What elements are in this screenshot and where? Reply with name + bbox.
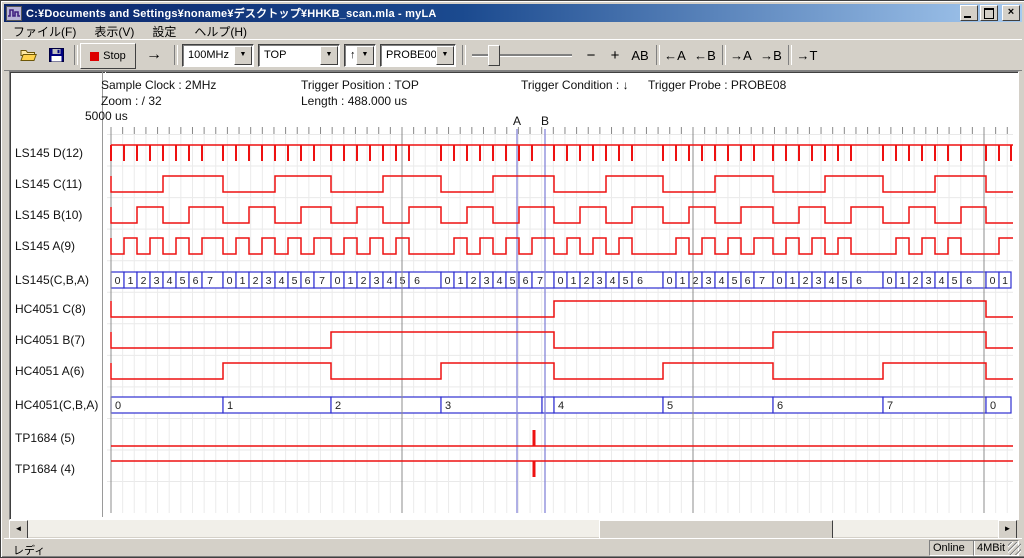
channel-label-7: HC4051 B(7): [15, 331, 85, 349]
minimize-icon: [964, 16, 971, 18]
info-trigger-position: Trigger Position : TOP: [301, 78, 419, 92]
goto-trigger-button[interactable]: →T: [794, 43, 820, 67]
sample-clock-value: 100MHz: [188, 49, 229, 61]
toolbar: Stop → 100MHz ▼ TOP ▼ ↑ ▼ PROBE00 ▼ − + …: [4, 39, 1022, 71]
toolbar-separator: [74, 45, 78, 65]
channel-label-1: LS145 D(12): [15, 144, 83, 162]
info-length: Length : 488.000 us: [301, 94, 407, 108]
stop-label: Stop: [103, 50, 126, 62]
channel-label-5: LS145(C,B,A): [15, 271, 89, 289]
ruler-time-label: 5000 us: [85, 109, 128, 123]
toolbar-separator: [462, 45, 466, 65]
trigger-probe-select[interactable]: PROBE00 ▼: [380, 44, 456, 67]
move-cursor-b-left-button[interactable]: ←B: [692, 43, 718, 67]
status-online: Online: [929, 540, 975, 556]
app-icon[interactable]: [6, 6, 22, 21]
left-b-icon: ←B: [694, 48, 716, 63]
minus-icon: −: [587, 47, 596, 64]
run-button[interactable]: →: [140, 43, 168, 67]
dropdown-arrow-icon[interactable]: ▼: [436, 46, 454, 65]
minimize-button[interactable]: [960, 5, 978, 21]
info-trigger-probe: Trigger Probe : PROBE08: [648, 78, 786, 92]
left-a-icon: ←A: [664, 48, 686, 63]
zoom-in-button[interactable]: +: [604, 43, 626, 67]
title-bar[interactable]: C:¥Documents and Settings¥noname¥デスクトップ¥…: [4, 4, 1022, 22]
close-button[interactable]: ×: [1002, 5, 1020, 21]
stop-button[interactable]: Stop: [80, 43, 136, 69]
move-cursor-b-right-button[interactable]: →B: [758, 43, 784, 67]
menu-item-settings[interactable]: 設定: [143, 22, 185, 39]
channel-label-6: HC4051 C(8): [15, 300, 86, 318]
info-zoom: Zoom : / 32: [101, 94, 162, 108]
trigger-edge-select[interactable]: ↑ ▼: [344, 44, 376, 67]
maximize-button[interactable]: [980, 5, 998, 21]
zoom-slider[interactable]: [472, 54, 572, 57]
zoom-out-button[interactable]: −: [580, 43, 602, 67]
channel-label-3: LS145 B(10): [15, 206, 82, 224]
dropdown-arrow-icon[interactable]: ▼: [320, 46, 338, 65]
plus-icon: +: [611, 47, 620, 64]
zoom-slider-thumb[interactable]: [488, 45, 500, 66]
menu-item-help[interactable]: ヘルプ(H): [185, 22, 256, 39]
channel-label-10: TP1684 (5): [15, 429, 75, 447]
ab-label: AB: [631, 48, 648, 63]
stop-icon: [90, 52, 99, 61]
close-icon: ×: [1008, 6, 1014, 18]
app-window: C:¥Documents and Settings¥noname¥デスクトップ¥…: [0, 0, 1024, 558]
menu-item-view[interactable]: 表示(V): [85, 22, 143, 39]
save-button[interactable]: [44, 43, 68, 67]
toolbar-separator: [656, 45, 660, 65]
status-bar: レディ Online 4MBit: [4, 538, 1022, 556]
zoom-ab-button[interactable]: AB: [628, 43, 652, 67]
maximize-icon: [984, 8, 994, 19]
window-title: C:¥Documents and Settings¥noname¥デスクトップ¥…: [26, 5, 960, 21]
toolbar-separator: [788, 45, 792, 65]
dropdown-arrow-icon[interactable]: ▼: [356, 46, 374, 65]
waveform-view[interactable]: [9, 71, 1019, 520]
sample-clock-select[interactable]: 100MHz ▼: [182, 44, 254, 67]
info-sample-clock: Sample Clock : 2MHz: [101, 78, 216, 92]
channel-label-2: LS145 C(11): [15, 175, 82, 193]
move-cursor-a-left-button[interactable]: ←A: [662, 43, 688, 67]
run-arrow-icon: →: [146, 46, 162, 64]
resize-grip[interactable]: [1008, 542, 1021, 555]
channel-label-11: TP1684 (4): [15, 460, 75, 478]
toolbar-separator: [174, 45, 178, 65]
right-b-icon: →B: [760, 48, 782, 63]
open-button[interactable]: [16, 43, 40, 67]
scrollbar-thumb[interactable]: [599, 520, 833, 539]
scroll-right-button[interactable]: ►: [998, 520, 1017, 539]
scroll-left-button[interactable]: ◄: [9, 520, 28, 539]
toolbar-separator: [722, 45, 726, 65]
trigger-probe-value: PROBE00: [386, 49, 437, 61]
save-floppy-icon: [49, 48, 64, 62]
gutter-divider: [102, 72, 106, 517]
channel-label-4: LS145 A(9): [15, 237, 75, 255]
trigger-position-value: TOP: [264, 49, 286, 61]
menu-item-file[interactable]: ファイル(F): [4, 22, 85, 39]
right-t-icon: →T: [797, 48, 818, 63]
open-folder-icon: [20, 48, 37, 62]
right-a-icon: →A: [730, 48, 752, 63]
trigger-position-select[interactable]: TOP ▼: [258, 44, 340, 67]
channel-label-8: HC4051 A(6): [15, 362, 84, 380]
channel-label-9: HC4051(C,B,A): [15, 396, 98, 414]
dropdown-arrow-icon[interactable]: ▼: [234, 46, 252, 65]
trigger-edge-value: ↑: [350, 49, 356, 61]
info-trigger-condition: Trigger Condition : ↓: [521, 78, 629, 92]
menu-bar: ファイル(F) 表示(V) 設定 ヘルプ(H): [4, 22, 1022, 39]
move-cursor-a-right-button[interactable]: →A: [728, 43, 754, 67]
horizontal-scrollbar[interactable]: ◄ ►: [9, 520, 1017, 537]
